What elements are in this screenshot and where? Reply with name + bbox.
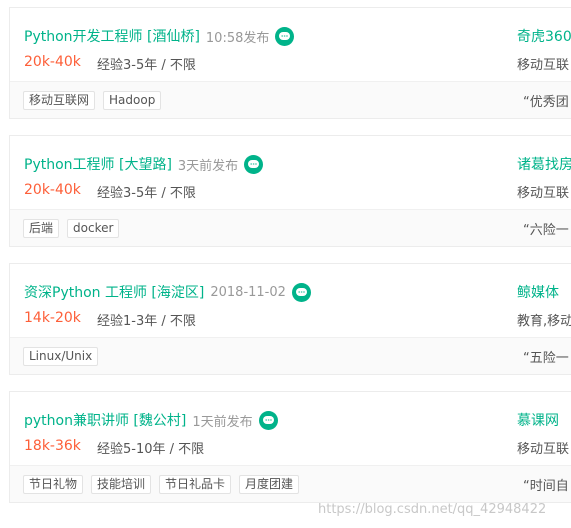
- publish-time: 3天前发布: [177, 158, 239, 174]
- job-tag[interactable]: 移动互联网: [23, 91, 96, 110]
- job-card[interactable]: 资深Python 工程师 [海淀区] 2018-11-02 14k-20k 经验…: [9, 263, 571, 375]
- job-title-link[interactable]: 资深Python 工程师 [海淀区]: [24, 282, 204, 302]
- card-bottom: 节日礼物 技能培训 节日礼品卡 月度团建 “时间自: [10, 465, 571, 502]
- company-name-link[interactable]: 鲸媒体: [517, 282, 559, 302]
- salary: 14k-20k: [24, 310, 81, 326]
- job-title-link[interactable]: python兼职讲师 [魏公村]: [24, 410, 186, 430]
- job-advantage: “时间自: [523, 479, 569, 494]
- job-card[interactable]: Python开发工程师 [酒仙桥] 10:58发布 20k-40k 经验3-5年…: [9, 7, 571, 119]
- card-bottom: 移动互联网 Hadoop “优秀团: [10, 81, 571, 118]
- salary: 20k-40k: [24, 54, 81, 70]
- job-card[interactable]: Python工程师 [大望路] 3天前发布 20k-40k 经验3-5年 / 不…: [9, 135, 571, 247]
- company-industry: 移动互联: [517, 186, 570, 201]
- job-info-row: 20k-40k 经验3-5年 / 不限: [24, 182, 196, 201]
- tag-list: 后端 docker: [23, 219, 127, 238]
- tag-list: Linux/Unix: [23, 347, 106, 366]
- card-bottom: Linux/Unix “五险一: [10, 337, 571, 374]
- company-name-link[interactable]: 诸葛找房: [517, 154, 571, 174]
- job-info-row: 20k-40k 经验3-5年 / 不限: [24, 54, 196, 73]
- chat-icon[interactable]: [275, 26, 295, 46]
- company-industry: 教育,移动: [517, 314, 571, 329]
- company-industry: 移动互联: [517, 442, 570, 457]
- requirement: 经验3-5年 / 不限: [97, 186, 196, 201]
- job-title-row: python兼职讲师 [魏公村] 1天前发布: [24, 410, 278, 430]
- requirement: 经验5-10年 / 不限: [97, 442, 205, 457]
- job-info-row: 14k-20k 经验1-3年 / 不限: [24, 310, 196, 329]
- job-title-link[interactable]: Python工程师 [大望路]: [24, 154, 172, 174]
- publish-time: 2018-11-02: [210, 284, 286, 300]
- company-name-link[interactable]: 奇虎360: [517, 26, 571, 46]
- card-bottom: 后端 docker “六险一: [10, 209, 571, 246]
- job-advantage: “六险一: [523, 223, 569, 238]
- tag-list: 移动互联网 Hadoop: [23, 91, 169, 110]
- job-info-row: 18k-36k 经验5-10年 / 不限: [24, 438, 204, 457]
- salary: 18k-36k: [24, 438, 81, 454]
- publish-time: 10:58发布: [205, 30, 270, 46]
- job-tag[interactable]: docker: [67, 219, 120, 238]
- job-tag[interactable]: 节日礼品卡: [159, 475, 232, 494]
- job-list: Python开发工程师 [酒仙桥] 10:58发布 20k-40k 经验3-5年…: [9, 7, 571, 519]
- job-card[interactable]: python兼职讲师 [魏公村] 1天前发布 18k-36k 经验5-10年 /…: [9, 391, 571, 503]
- chat-icon[interactable]: [291, 282, 311, 302]
- job-title-row: Python工程师 [大望路] 3天前发布: [24, 154, 264, 174]
- tag-list: 节日礼物 技能培训 节日礼品卡 月度团建: [23, 475, 307, 494]
- chat-icon[interactable]: [258, 410, 278, 430]
- job-title-row: Python开发工程师 [酒仙桥] 10:58发布: [24, 26, 295, 46]
- chat-icon[interactable]: [244, 154, 264, 174]
- requirement: 经验1-3年 / 不限: [97, 314, 196, 329]
- company-name-link[interactable]: 慕课网: [517, 410, 559, 430]
- job-title-row: 资深Python 工程师 [海淀区] 2018-11-02: [24, 282, 311, 302]
- job-tag[interactable]: 技能培训: [91, 475, 152, 494]
- job-title-link[interactable]: Python开发工程师 [酒仙桥]: [24, 26, 200, 46]
- job-advantage: “五险一: [523, 351, 569, 366]
- job-tag[interactable]: 月度团建: [239, 475, 300, 494]
- job-tag[interactable]: Linux/Unix: [23, 347, 99, 366]
- watermark-text: https://blog.csdn.net/qq_42948422: [318, 502, 547, 517]
- job-tag[interactable]: 后端: [23, 219, 60, 238]
- job-tag[interactable]: 节日礼物: [23, 475, 84, 494]
- requirement: 经验3-5年 / 不限: [97, 58, 196, 73]
- company-industry: 移动互联: [517, 58, 570, 73]
- salary: 20k-40k: [24, 182, 81, 198]
- job-tag[interactable]: Hadoop: [103, 91, 162, 110]
- job-advantage: “优秀团: [523, 95, 569, 110]
- publish-time: 1天前发布: [192, 414, 253, 430]
